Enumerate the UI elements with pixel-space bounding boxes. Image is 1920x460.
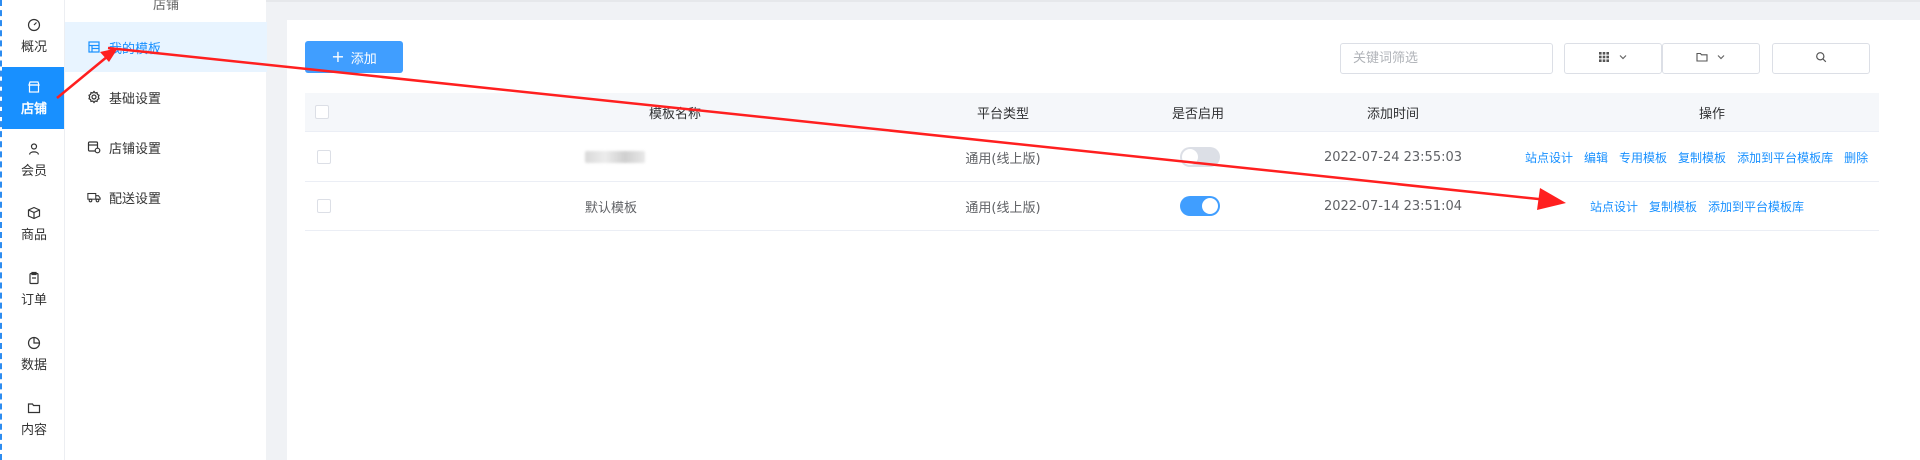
rail-item-label: 店铺 xyxy=(20,101,47,117)
rail-item-label: 订单 xyxy=(20,292,47,308)
enabled-toggle[interactable] xyxy=(1180,147,1220,167)
rail-item-store[interactable]: 店铺 xyxy=(2,67,66,129)
template-name-cell xyxy=(585,133,645,181)
enabled-cell xyxy=(1180,133,1220,181)
rail-item-label: 数据 xyxy=(20,357,47,373)
store-settings-icon xyxy=(87,140,101,154)
rail-item-members[interactable]: 会员 xyxy=(2,129,66,191)
time-cell: 2022-07-14 23:51:04 xyxy=(1323,198,1463,214)
rail-item-data[interactable]: 数据 xyxy=(2,323,66,385)
member-icon xyxy=(27,142,41,156)
sidebar-item-delivery-settings[interactable]: 配送设置 xyxy=(65,172,267,222)
template-name-cell: 默认模板 xyxy=(585,200,638,216)
enabled-cell xyxy=(1180,182,1220,230)
template-icon xyxy=(87,40,101,54)
keyword-filter-input[interactable] xyxy=(1340,43,1553,74)
table-header: 模板名称 平台类型 是否启用 添加时间 操作 xyxy=(305,93,1879,132)
actions-cell: 站点设计 编辑 专用模板 复制模板 添加到平台模板库 删除 xyxy=(1525,133,1879,181)
sidebar-item-my-templates[interactable]: 我的模板 xyxy=(65,22,267,72)
blurred-name xyxy=(585,151,645,163)
folder-icon xyxy=(1696,51,1708,67)
chevron-down-icon xyxy=(1618,51,1628,66)
folder-icon xyxy=(27,401,41,415)
site-design-link[interactable]: 站点设计 xyxy=(1525,149,1573,166)
grid-icon xyxy=(1598,51,1610,67)
column-header-name: 模板名称 xyxy=(648,106,701,122)
folder-dropdown[interactable] xyxy=(1662,43,1760,74)
rail-item-orders[interactable]: 订单 xyxy=(2,258,66,320)
column-header-platform: 平台类型 xyxy=(976,106,1029,122)
table-row: 默认模板 通用(线上版) 2022-07-14 23:51:04 站点设计 复制… xyxy=(305,182,1879,231)
sidebar-item-label: 我的模板 xyxy=(109,41,162,57)
truck-icon xyxy=(87,190,101,204)
gear-icon xyxy=(87,90,101,104)
column-header-time: 添加时间 xyxy=(1366,106,1419,122)
platform-cell: 通用(线上版) xyxy=(965,151,1041,167)
sidebar-item-label: 店铺设置 xyxy=(109,141,162,157)
main-panel: + 添加 模板名称 平台类型 是否启用 添加时间 操作 xyxy=(287,20,1920,460)
pie-chart-icon xyxy=(27,336,41,350)
top-divider xyxy=(266,0,1920,2)
store-icon xyxy=(27,80,41,94)
rail-item-content[interactable]: 内容 xyxy=(2,388,66,450)
platform-cell: 通用(线上版) xyxy=(965,200,1041,216)
clipboard-icon xyxy=(27,271,41,285)
rail-item-label: 内容 xyxy=(20,422,47,438)
copy-template-link[interactable]: 复制模板 xyxy=(1678,149,1726,166)
add-template-button[interactable]: + 添加 xyxy=(305,41,403,73)
box-icon xyxy=(27,206,41,220)
add-to-platform-library-link[interactable]: 添加到平台模板库 xyxy=(1737,149,1833,166)
time-cell: 2022-07-24 23:55:03 xyxy=(1323,149,1463,165)
sidebar-item-basic-settings[interactable]: 基础设置 xyxy=(65,72,267,122)
site-design-link[interactable]: 站点设计 xyxy=(1590,198,1638,215)
column-header-enabled: 是否启用 xyxy=(1171,106,1224,122)
secondary-sidebar: 店铺 我的模板 基础设置 店铺设置 配送设置 xyxy=(64,0,267,460)
dedicated-template-link[interactable]: 专用模板 xyxy=(1619,149,1667,166)
rail-item-label: 商品 xyxy=(20,227,47,243)
actions-cell: 站点设计 复制模板 添加到平台模板库 xyxy=(1590,182,1815,230)
search-button[interactable] xyxy=(1772,43,1870,74)
table-row: 通用(线上版) 2022-07-24 23:55:03 站点设计 编辑 专用模板… xyxy=(305,133,1879,182)
chevron-down-icon xyxy=(1716,51,1726,66)
rail-item-label: 概况 xyxy=(20,39,47,55)
enabled-toggle[interactable] xyxy=(1180,196,1220,216)
row-checkbox[interactable] xyxy=(317,182,331,230)
search-icon xyxy=(1815,51,1827,67)
rail-item-overview[interactable]: 概况 xyxy=(2,5,66,67)
rail-item-label: 会员 xyxy=(20,163,47,179)
copy-template-link[interactable]: 复制模板 xyxy=(1649,198,1697,215)
row-checkbox[interactable] xyxy=(317,133,331,181)
view-mode-dropdown[interactable] xyxy=(1564,43,1662,74)
select-all-checkbox[interactable] xyxy=(315,93,329,131)
column-header-actions: 操作 xyxy=(1698,106,1725,122)
sidebar-item-store-settings[interactable]: 店铺设置 xyxy=(65,122,267,172)
rail-item-products[interactable]: 商品 xyxy=(2,193,66,255)
sidebar-title: 店铺 xyxy=(152,0,179,13)
primary-nav-rail: 概况 店铺 会员 商品 订单 数据 内容 xyxy=(0,0,66,460)
add-button-label: 添加 xyxy=(350,51,377,67)
plus-icon: + xyxy=(331,47,345,66)
sidebar-item-label: 基础设置 xyxy=(109,91,162,107)
delete-link[interactable]: 删除 xyxy=(1844,149,1868,166)
sidebar-item-label: 配送设置 xyxy=(109,191,162,207)
edit-link[interactable]: 编辑 xyxy=(1584,149,1608,166)
dashboard-icon xyxy=(27,18,41,32)
add-to-platform-library-link[interactable]: 添加到平台模板库 xyxy=(1708,198,1804,215)
